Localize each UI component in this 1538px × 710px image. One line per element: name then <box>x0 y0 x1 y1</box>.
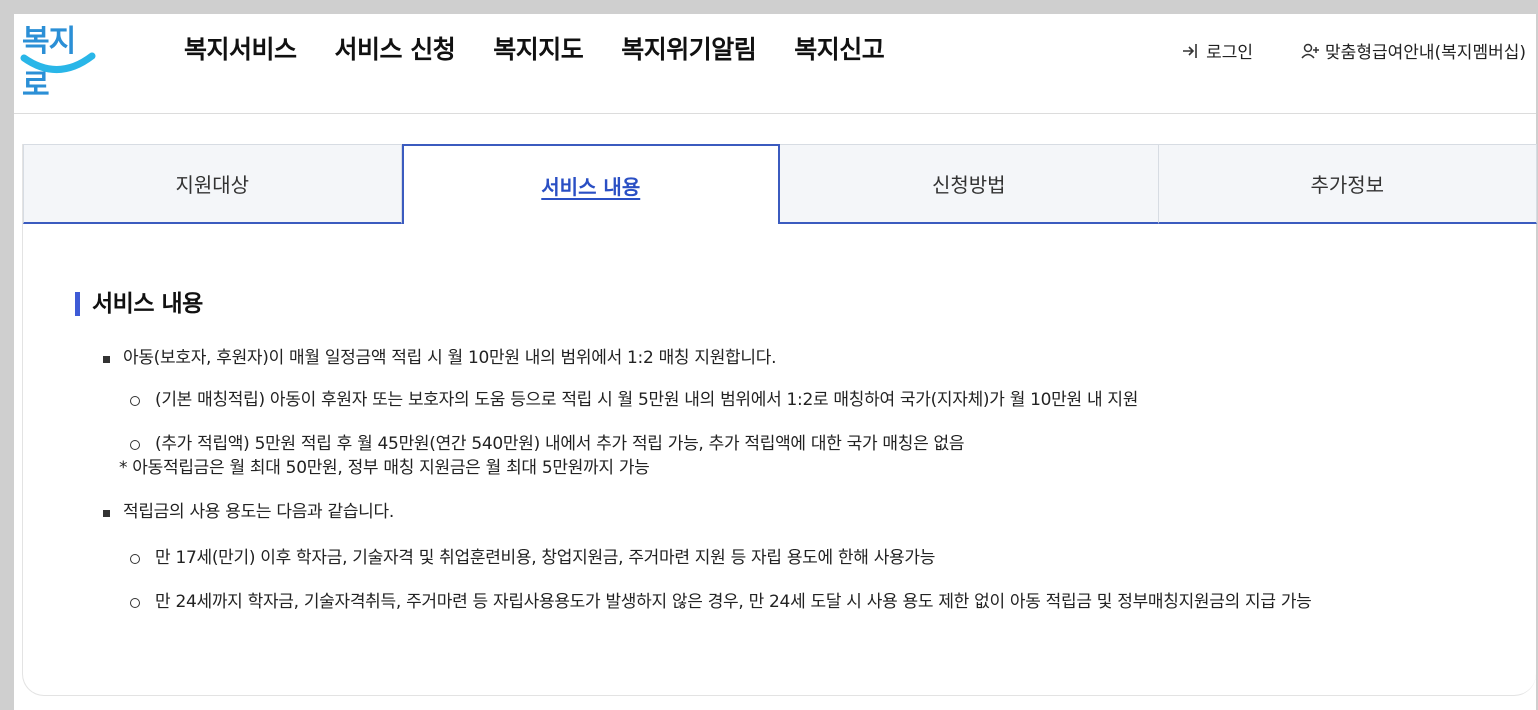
tab-service-content[interactable]: 서비스 내용 <box>401 144 780 224</box>
nav-welfare-service[interactable]: 복지서비스 <box>184 30 297 66</box>
note-text: * 아동적립금은 월 최대 50만원, 정부 매칭 지원금은 월 최대 5만원까… <box>119 458 650 478</box>
nav-welfare-map[interactable]: 복지지도 <box>493 30 584 66</box>
list-item: 적립금의 사용 용도는 다음과 같습니다. <box>101 498 1501 526</box>
utility-menu: 로그인 맞춤형급여안내(복지멤버십) <box>1180 38 1526 63</box>
tab-extra-info[interactable]: 추가정보 <box>1158 144 1537 224</box>
sub-list: 만 17세(만기) 이후 학자금, 기술자격 및 취업훈련비용, 창업지원금, … <box>101 544 1501 616</box>
service-content-list: 아동(보호자, 후원자)이 매월 일정금액 적립 시 월 10만원 내의 범위에… <box>101 344 1501 632</box>
detail-tabs: 지원대상 서비스 내용 신청방법 추가정보 <box>23 144 1537 224</box>
membership-link[interactable]: 맞춤형급여안내(복지멤버십) <box>1299 38 1526 63</box>
sub-list: (기본 매칭적립) 아동이 후원자 또는 보호자의 도움 등으로 적립 시 월 … <box>101 386 1501 458</box>
service-detail-card: 지원대상 서비스 내용 신청방법 추가정보 서비스 내용 아동(보호자, 후원자… <box>22 144 1537 696</box>
login-link[interactable]: 로그인 <box>1180 38 1253 63</box>
sub-list-item: 만 24세까지 학자금, 기술자격취득, 주거마련 등 자립사용용도가 발생하지… <box>101 588 1501 616</box>
login-label: 로그인 <box>1206 43 1254 63</box>
tab-eligibility[interactable]: 지원대상 <box>23 144 402 224</box>
logo-smile-icon <box>20 52 96 73</box>
section-title: 서비스 내용 <box>75 292 203 316</box>
tab-apply-method[interactable]: 신청방법 <box>780 144 1159 224</box>
user-add-icon <box>1301 43 1320 59</box>
site-header: 복지로 복지서비스 서비스 신청 복지지도 복지위기알림 복지신고 로그인 맞춤… <box>14 14 1536 114</box>
site-logo[interactable]: 복지로 <box>18 16 98 103</box>
sub-list-item: (추가 적립액) 5만원 적립 후 월 45만원(연간 540만원) 내에서 추… <box>101 430 1501 458</box>
nav-welfare-report[interactable]: 복지신고 <box>794 30 885 66</box>
nav-service-apply[interactable]: 서비스 신청 <box>335 30 456 66</box>
sub-list-item: 만 17세(만기) 이후 학자금, 기술자격 및 취업훈련비용, 창업지원금, … <box>101 544 1501 572</box>
nav-crisis-alert[interactable]: 복지위기알림 <box>621 30 757 66</box>
browser-window: 복지로 복지서비스 서비스 신청 복지지도 복지위기알림 복지신고 로그인 맞춤… <box>14 14 1537 710</box>
sub-list-item: (기본 매칭적립) 아동이 후원자 또는 보호자의 도움 등으로 적립 시 월 … <box>101 386 1501 414</box>
login-icon <box>1183 43 1197 58</box>
main-nav: 복지서비스 서비스 신청 복지지도 복지위기알림 복지신고 <box>184 30 885 66</box>
membership-label: 맞춤형급여안내(복지멤버십) <box>1325 43 1526 63</box>
list-item: 아동(보호자, 후원자)이 매월 일정금액 적립 시 월 10만원 내의 범위에… <box>101 344 1501 372</box>
